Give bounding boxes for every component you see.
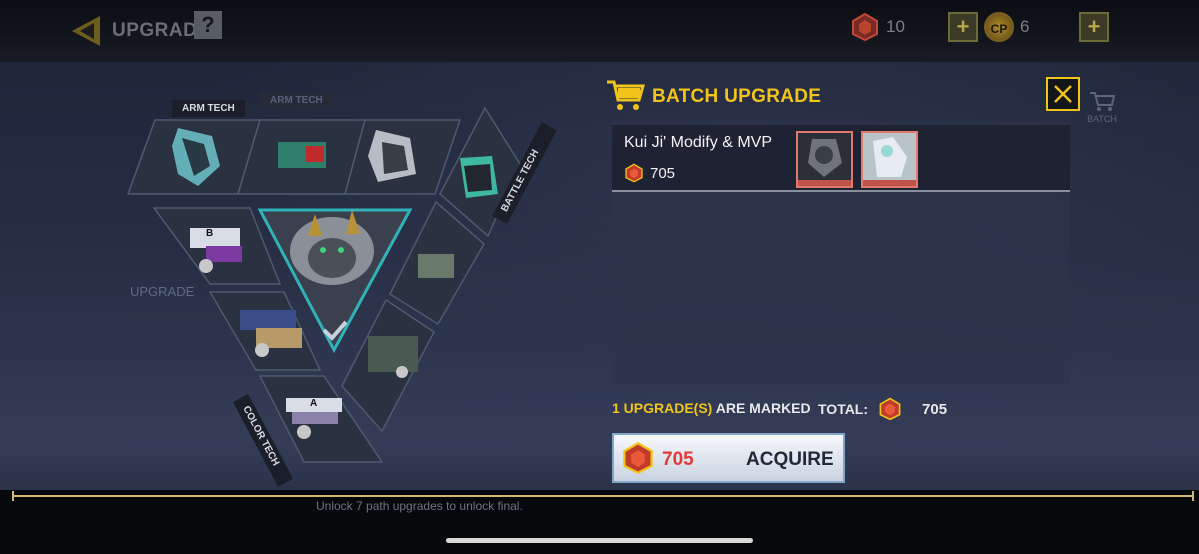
arm-tech-ghost-label: ARM TECH (260, 92, 333, 109)
gem-count: 10 (886, 17, 905, 36)
total-label: TOTAL: (818, 401, 869, 417)
gem-icon (879, 397, 901, 421)
skin-thumbnail-icon (863, 133, 916, 180)
path-progress-line (12, 491, 1194, 501)
batch-side-label: BATCH (1087, 114, 1117, 124)
item-cost: 705 (624, 163, 675, 183)
card-a-grade: A (310, 398, 318, 409)
close-button[interactable] (1046, 77, 1080, 111)
top-bar: UPGRADE ? 10 + CP 6 + (0, 0, 1199, 62)
skin-thumbnail-icon (798, 133, 851, 180)
gem-icon (625, 163, 643, 183)
home-indicator[interactable] (446, 538, 753, 543)
gem-icon (623, 441, 653, 475)
tech-tree: ARM TECH ARM TECH BATTLE TECH COLOR TECH… (120, 86, 560, 487)
bottom-bar (0, 490, 1199, 554)
arm-tech-label: ARM TECH (172, 100, 245, 117)
acquire-button[interactable]: 705 ACQUIRE (612, 433, 845, 483)
add-gems-button[interactable]: + (948, 12, 978, 42)
batch-side-shortcut[interactable]: BATCH (1082, 90, 1122, 124)
total-value: 705 (922, 400, 948, 418)
card-b-grade: B (206, 228, 214, 239)
cart-icon (1090, 92, 1116, 111)
cp-count: 6 (1020, 17, 1030, 36)
gem-counter: 10 (850, 12, 905, 42)
marked-count: 1 UPGRADE(S) (612, 400, 713, 416)
cp-coin-icon: CP (984, 12, 1014, 42)
total-summary: TOTAL: 705 (818, 397, 947, 421)
cp-counter: + CP 6 (948, 12, 1029, 42)
add-cp-button[interactable]: + (1079, 12, 1109, 42)
item-cost-value: 705 (650, 164, 676, 182)
item-name: Kui Ji' Modify & MVP (624, 134, 772, 151)
cart-icon (607, 80, 645, 110)
item-thumbnail-2[interactable] (861, 131, 918, 188)
acquire-label: ACQUIRE (746, 449, 834, 470)
acquire-gem (620, 441, 656, 475)
acquire-price: 705 (662, 449, 694, 470)
tech-tree-shapes (126, 106, 521, 463)
batch-upgrade-title: BATCH UPGRADE (652, 86, 822, 107)
help-icon[interactable]: ? (194, 11, 222, 39)
list-item[interactable]: Kui Ji' Modify & MVP 705 (612, 125, 1070, 192)
unlock-hint: Unlock 7 path upgrades to unlock final. (316, 499, 523, 513)
marked-summary: 1 UPGRADE(S) ARE MARKED (612, 400, 811, 416)
gem-icon (852, 12, 878, 42)
add-cp-area: + (1079, 12, 1109, 42)
marked-suffix: ARE MARKED (715, 400, 811, 416)
back-arrow-icon[interactable] (66, 14, 104, 48)
close-icon (1054, 85, 1072, 103)
item-thumbnail-1[interactable] (796, 131, 853, 188)
